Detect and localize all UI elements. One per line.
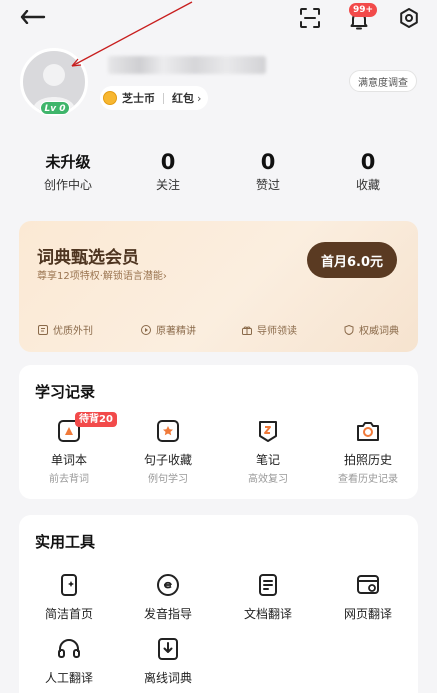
- tools-card: 实用工具 简洁首页 发音指导 文档翻译 网页翻译 人工翻译 离线词典: [19, 515, 418, 693]
- coin-label: 芝士币: [122, 92, 155, 105]
- browser-icon: [357, 575, 379, 594]
- item-label: 文档翻译: [243, 607, 292, 621]
- pronunciation-item[interactable]: 发音指导: [128, 571, 208, 622]
- tools-section-title: 实用工具: [35, 533, 96, 551]
- item-sub: 查看历史记录: [338, 474, 398, 485]
- stat-label: 创作中心: [43, 178, 92, 192]
- chevron-right-icon: ›: [162, 271, 167, 282]
- redpacket-label: 红包: [172, 92, 194, 105]
- play-circle-icon: [141, 324, 151, 335]
- vip-title: 词典甄选会员: [37, 248, 139, 268]
- perk-label: 权威词典: [359, 326, 399, 337]
- bookmark-icon: [157, 420, 179, 442]
- coin-chip[interactable]: 芝士币 红包 ›: [100, 86, 208, 110]
- perk-journal: 优质外刊: [37, 322, 93, 337]
- web-translate-item[interactable]: 网页翻译: [328, 571, 408, 622]
- sentence-favorites-item[interactable]: 句子收藏 例句学习: [128, 417, 208, 485]
- item-sub: 例句学习: [148, 474, 188, 485]
- stat-value: 未升级: [45, 153, 91, 171]
- stat-label: 收藏: [355, 178, 380, 192]
- notification-badge: 99+: [349, 3, 378, 17]
- chevron-right-icon: ›: [197, 91, 202, 105]
- gift-icon: [242, 326, 252, 335]
- camera-icon: [357, 422, 379, 441]
- item-label: 发音指导: [143, 607, 192, 621]
- stat-label: 关注: [155, 178, 180, 192]
- stat-label: 赞过: [255, 178, 280, 192]
- item-sub: 前去背词: [49, 474, 89, 485]
- settings-button[interactable]: [395, 4, 423, 32]
- note-icon: [259, 421, 277, 442]
- photo-history-item[interactable]: 拍照历史 查看历史记录: [328, 417, 408, 485]
- chip-divider: [163, 92, 164, 104]
- stat-liked[interactable]: 0 赞过: [228, 150, 308, 193]
- coin-icon: [103, 91, 117, 105]
- stat-value: 0: [360, 150, 376, 174]
- item-sub: 高效复习: [248, 474, 288, 485]
- stat-creator-center[interactable]: 未升级 创作中心: [28, 150, 108, 193]
- perk-label: 优质外刊: [53, 326, 93, 337]
- study-records-card: 学习记录 单词本 前去背词 待背20 句子收藏 例句学习 笔记 高效复习 拍照历…: [19, 365, 418, 499]
- pronunciation-icon: [157, 574, 179, 596]
- scan-icon: [300, 8, 320, 28]
- back-arrow-icon: [20, 10, 46, 24]
- download-book-icon: [158, 638, 178, 660]
- item-label: 笔记: [255, 453, 280, 467]
- item-label: 单词本: [50, 453, 87, 467]
- perk-label: 导师领读: [257, 326, 297, 337]
- level-badge: Lv 0: [40, 101, 70, 115]
- shield-icon: [344, 324, 354, 335]
- item-label: 拍照历史: [343, 453, 392, 467]
- perk-tutor: 导师领读: [241, 322, 297, 337]
- doc-translate-item[interactable]: 文档翻译: [228, 571, 308, 622]
- survey-label: 满意度调查: [358, 77, 408, 89]
- vocab-book-item[interactable]: 单词本 前去背词: [29, 417, 109, 485]
- vip-subtitle: 尊享12项特权·解锁语言潜能›: [37, 267, 167, 282]
- item-label: 离线词典: [143, 671, 192, 685]
- username-blurred: [108, 56, 266, 74]
- item-label: 网页翻译: [343, 607, 392, 621]
- scan-button[interactable]: [296, 4, 324, 32]
- vip-buy-button[interactable]: 首月6.0元: [307, 242, 397, 278]
- stat-following[interactable]: 0 关注: [128, 150, 208, 193]
- headset-icon: [58, 639, 80, 658]
- offline-dict-item[interactable]: 离线词典: [128, 635, 208, 686]
- gear-icon: [400, 8, 418, 28]
- simple-home-item[interactable]: 简洁首页: [29, 571, 109, 622]
- stat-favorites[interactable]: 0 收藏: [328, 150, 408, 193]
- book-icon: [38, 324, 48, 335]
- human-translate-item[interactable]: 人工翻译: [29, 635, 109, 686]
- item-label: 简洁首页: [44, 607, 93, 621]
- phone-sparkle-icon: [61, 574, 77, 596]
- pending-words-badge: 待背20: [75, 412, 117, 427]
- item-label: 人工翻译: [44, 671, 93, 685]
- document-icon: [259, 574, 277, 596]
- vip-buy-label: 首月6.0元: [320, 254, 384, 270]
- stat-value: 0: [260, 150, 276, 174]
- study-section-title: 学习记录: [35, 383, 96, 401]
- perk-original-lecture: 原著精讲: [140, 322, 196, 337]
- vip-subtitle-text: 尊享12项特权·解锁语言潜能: [37, 271, 163, 282]
- stat-value: 0: [160, 150, 176, 174]
- item-label: 句子收藏: [143, 453, 192, 467]
- vip-card[interactable]: 词典甄选会员 尊享12项特权·解锁语言潜能› 首月6.0元 优质外刊 原著精讲 …: [19, 221, 418, 352]
- notes-item[interactable]: 笔记 高效复习: [228, 417, 308, 485]
- survey-button[interactable]: 满意度调查: [349, 70, 417, 92]
- perk-dictionary: 权威词典: [343, 322, 399, 337]
- back-button[interactable]: [18, 6, 48, 28]
- perk-label: 原著精讲: [156, 326, 196, 337]
